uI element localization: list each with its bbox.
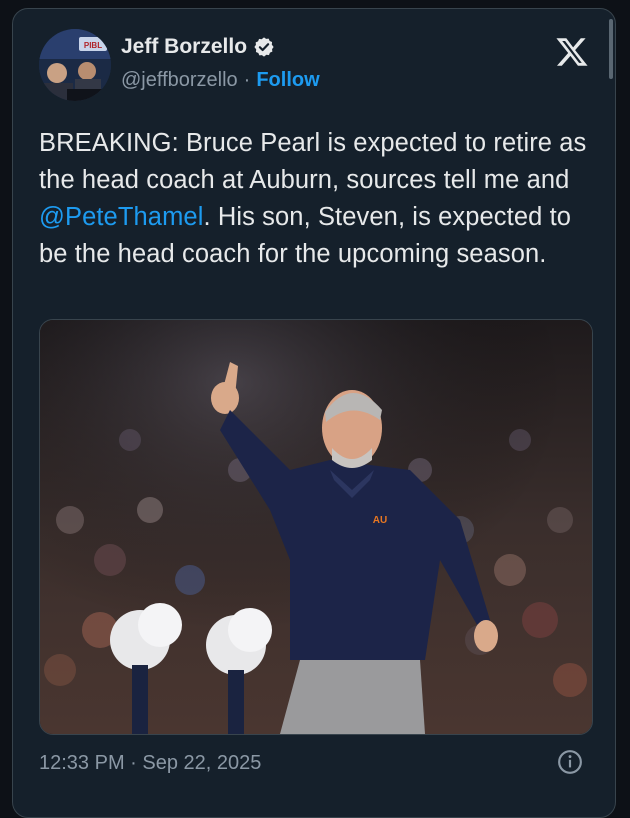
tweet-media[interactable]: AU [39, 319, 593, 735]
avatar-badge-text: PIBL [84, 41, 102, 50]
scrollbar[interactable] [609, 19, 613, 79]
tweet-card: PIBL Jeff Borzello @jeffborzello · Follo… [12, 8, 616, 818]
tweet-text: BREAKING: Bruce Pearl is expected to ret… [39, 125, 599, 273]
handle-row: @jeffborzello · Follow [121, 69, 320, 92]
name-row: Jeff Borzello [121, 35, 275, 59]
mention-link[interactable]: @PeteThamel [39, 203, 203, 231]
verified-badge-icon [254, 37, 274, 57]
separator: · [243, 69, 251, 91]
avatar[interactable]: PIBL [39, 29, 111, 101]
author-handle[interactable]: @jeffborzello [121, 69, 238, 92]
follow-button[interactable]: Follow [256, 69, 319, 92]
info-icon[interactable] [557, 749, 583, 775]
tweet-text-part-1: BREAKING: Bruce Pearl is expected to ret… [39, 129, 587, 194]
media-photo: AU [40, 320, 592, 734]
auburn-logo-text: AU [373, 515, 387, 526]
x-logo-icon[interactable] [555, 35, 589, 69]
tweet-timestamp[interactable]: 12:33 PM · Sep 22, 2025 [39, 752, 261, 775]
avatar-image: PIBL [39, 29, 111, 101]
tweet-header: PIBL Jeff Borzello @jeffborzello · Follo… [39, 29, 595, 105]
author-name[interactable]: Jeff Borzello [121, 35, 247, 59]
